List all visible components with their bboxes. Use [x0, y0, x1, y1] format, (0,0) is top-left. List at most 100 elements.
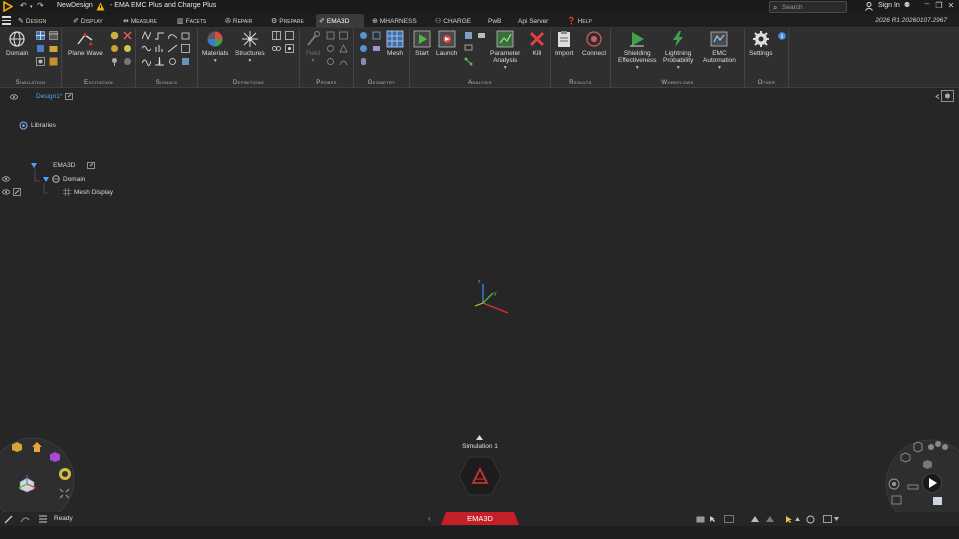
select-point-icon[interactable]: [709, 515, 718, 523]
eye-icon[interactable]: [2, 189, 10, 195]
probe-volume-icon[interactable]: [339, 44, 348, 53]
globe-small-icon[interactable]: [123, 57, 132, 66]
probe-current-icon[interactable]: [326, 57, 335, 66]
close-icon[interactable]: ✕: [946, 1, 956, 10]
pin-icon[interactable]: [110, 57, 119, 66]
emc-automation-dropdown-icon[interactable]: ▼: [703, 65, 736, 71]
tab-ema3d[interactable]: ✐ EMA3D: [316, 14, 364, 28]
signal-sine-icon[interactable]: [142, 44, 151, 53]
signal-decay-icon[interactable]: [168, 31, 177, 40]
lattice-icon[interactable]: [272, 31, 281, 40]
signal-bars-icon[interactable]: [155, 44, 164, 53]
tab-help[interactable]: ❓ Help: [564, 14, 595, 28]
tab-charge[interactable]: ⚇ CHARGE: [432, 14, 474, 28]
screenshot-icon[interactable]: [891, 495, 902, 505]
kill-button[interactable]: Kill: [528, 30, 546, 57]
warning-icon[interactable]: [96, 2, 105, 11]
cube-view-icon[interactable]: [49, 451, 61, 463]
tab-measure[interactable]: ⇹ Measure: [120, 14, 160, 28]
sketch-icon[interactable]: [20, 515, 30, 524]
design-row[interactable]: Design1*: [10, 93, 74, 100]
accessibility-icon[interactable]: ⚉: [902, 1, 912, 9]
orientation-cube-icon[interactable]: [17, 474, 37, 494]
materials-dropdown-icon[interactable]: ▼: [202, 58, 228, 64]
expand-up-icon[interactable]: [476, 435, 483, 440]
field-probe-button[interactable]: Field ▼: [304, 30, 322, 64]
redo-icon[interactable]: ↷: [37, 1, 44, 10]
signal-ramp-icon[interactable]: [168, 44, 177, 53]
signal-pulse-icon[interactable]: [142, 31, 151, 40]
domain-tree-row[interactable]: Domain: [2, 175, 85, 183]
previous-icon[interactable]: [751, 516, 759, 522]
domain-button[interactable]: Domain: [6, 30, 28, 57]
next-icon[interactable]: [766, 516, 774, 522]
panel-settings-icon[interactable]: [941, 90, 954, 102]
tab-api-server[interactable]: Api Server: [515, 14, 551, 28]
tab-design[interactable]: ✎ Design: [15, 14, 49, 28]
app-logo-icon[interactable]: [3, 1, 13, 12]
box-icon[interactable]: [372, 31, 381, 40]
tab-display[interactable]: ✐ Display: [70, 14, 106, 28]
sign-in-link[interactable]: Sign In: [878, 2, 900, 9]
expand-icon[interactable]: [43, 176, 49, 182]
parameter-analysis-button[interactable]: Parameter Analysis ▼: [490, 30, 520, 71]
tab-pwb[interactable]: PwB: [485, 14, 504, 28]
settings-button[interactable]: Settings: [749, 30, 773, 57]
source-icon[interactable]: [110, 44, 119, 53]
box-select-icon[interactable]: [11, 441, 23, 453]
section-tool-icon[interactable]: [806, 515, 815, 524]
collapse-panel-icon[interactable]: [935, 94, 940, 99]
orbit-icon[interactable]: [888, 478, 900, 490]
cursor-icon[interactable]: [785, 515, 793, 524]
tab-prepare[interactable]: ⚙ Prepare: [268, 14, 307, 28]
folder-icon[interactable]: [696, 515, 705, 523]
cylinder-icon[interactable]: [359, 57, 368, 66]
info-icon[interactable]: [778, 32, 786, 40]
probe-far-field-icon[interactable]: [339, 57, 348, 66]
parameter-analysis-dropdown-icon[interactable]: ▼: [490, 65, 520, 71]
simulation-hex-button[interactable]: [458, 455, 502, 497]
mesh-button[interactable]: Mesh: [386, 30, 404, 57]
selection-filter-icon[interactable]: [724, 515, 734, 523]
signal-export-icon[interactable]: [181, 57, 190, 66]
lightning-probability-button[interactable]: Lightning Probability ▼: [663, 30, 693, 71]
signal-table-icon[interactable]: [181, 44, 190, 53]
shielding-effectiveness-button[interactable]: Shielding Effectiveness ▼: [618, 30, 657, 71]
import-button[interactable]: Import: [555, 30, 573, 57]
shaded-cube-icon[interactable]: [922, 459, 933, 470]
pan-icon[interactable]: [907, 484, 919, 490]
network-icon[interactable]: [464, 57, 473, 66]
probe-plane-icon[interactable]: [326, 44, 335, 53]
monitor-icon[interactable]: [464, 44, 473, 53]
open-external-icon[interactable]: [87, 162, 96, 169]
restore-icon[interactable]: ❐: [934, 1, 944, 10]
signal-spike-icon[interactable]: [155, 57, 164, 66]
cross-icon[interactable]: [123, 31, 132, 40]
sparkle-icon[interactable]: [123, 44, 132, 53]
mesh-display-tree-row[interactable]: Mesh Display: [2, 188, 113, 196]
appearance-icon[interactable]: [58, 467, 72, 481]
search-input[interactable]: [782, 3, 844, 12]
plane-wave-button[interactable]: Plane Wave: [68, 30, 103, 57]
expand-icon[interactable]: [31, 163, 37, 168]
layers-icon[interactable]: [36, 44, 45, 53]
design-name-link[interactable]: Design1*: [36, 93, 62, 100]
field-dropdown-icon[interactable]: ▼: [304, 58, 322, 64]
pen-tool-icon[interactable]: [4, 515, 14, 524]
undo-icon[interactable]: ↶: [20, 1, 27, 10]
emc-automation-button[interactable]: EMC Automation ▼: [703, 30, 736, 71]
box-outline-icon[interactable]: [823, 515, 832, 523]
cursor-dropdown-icon[interactable]: [795, 517, 800, 521]
open-external-icon[interactable]: [65, 93, 74, 100]
minimize-icon[interactable]: –: [922, 0, 932, 8]
queue-icon[interactable]: [464, 31, 473, 40]
tab-repair[interactable]: ✇ Repair: [222, 14, 255, 28]
wire-cube-icon[interactable]: [900, 452, 911, 463]
start-button[interactable]: Start: [413, 30, 431, 57]
user-icon[interactable]: [865, 2, 873, 11]
launch-button[interactable]: Launch: [436, 30, 457, 57]
grid-icon[interactable]: [36, 31, 45, 40]
signal-wave-icon[interactable]: [142, 57, 151, 66]
search-box[interactable]: ⌕: [769, 1, 847, 13]
box-dropdown-icon[interactable]: [834, 517, 839, 521]
